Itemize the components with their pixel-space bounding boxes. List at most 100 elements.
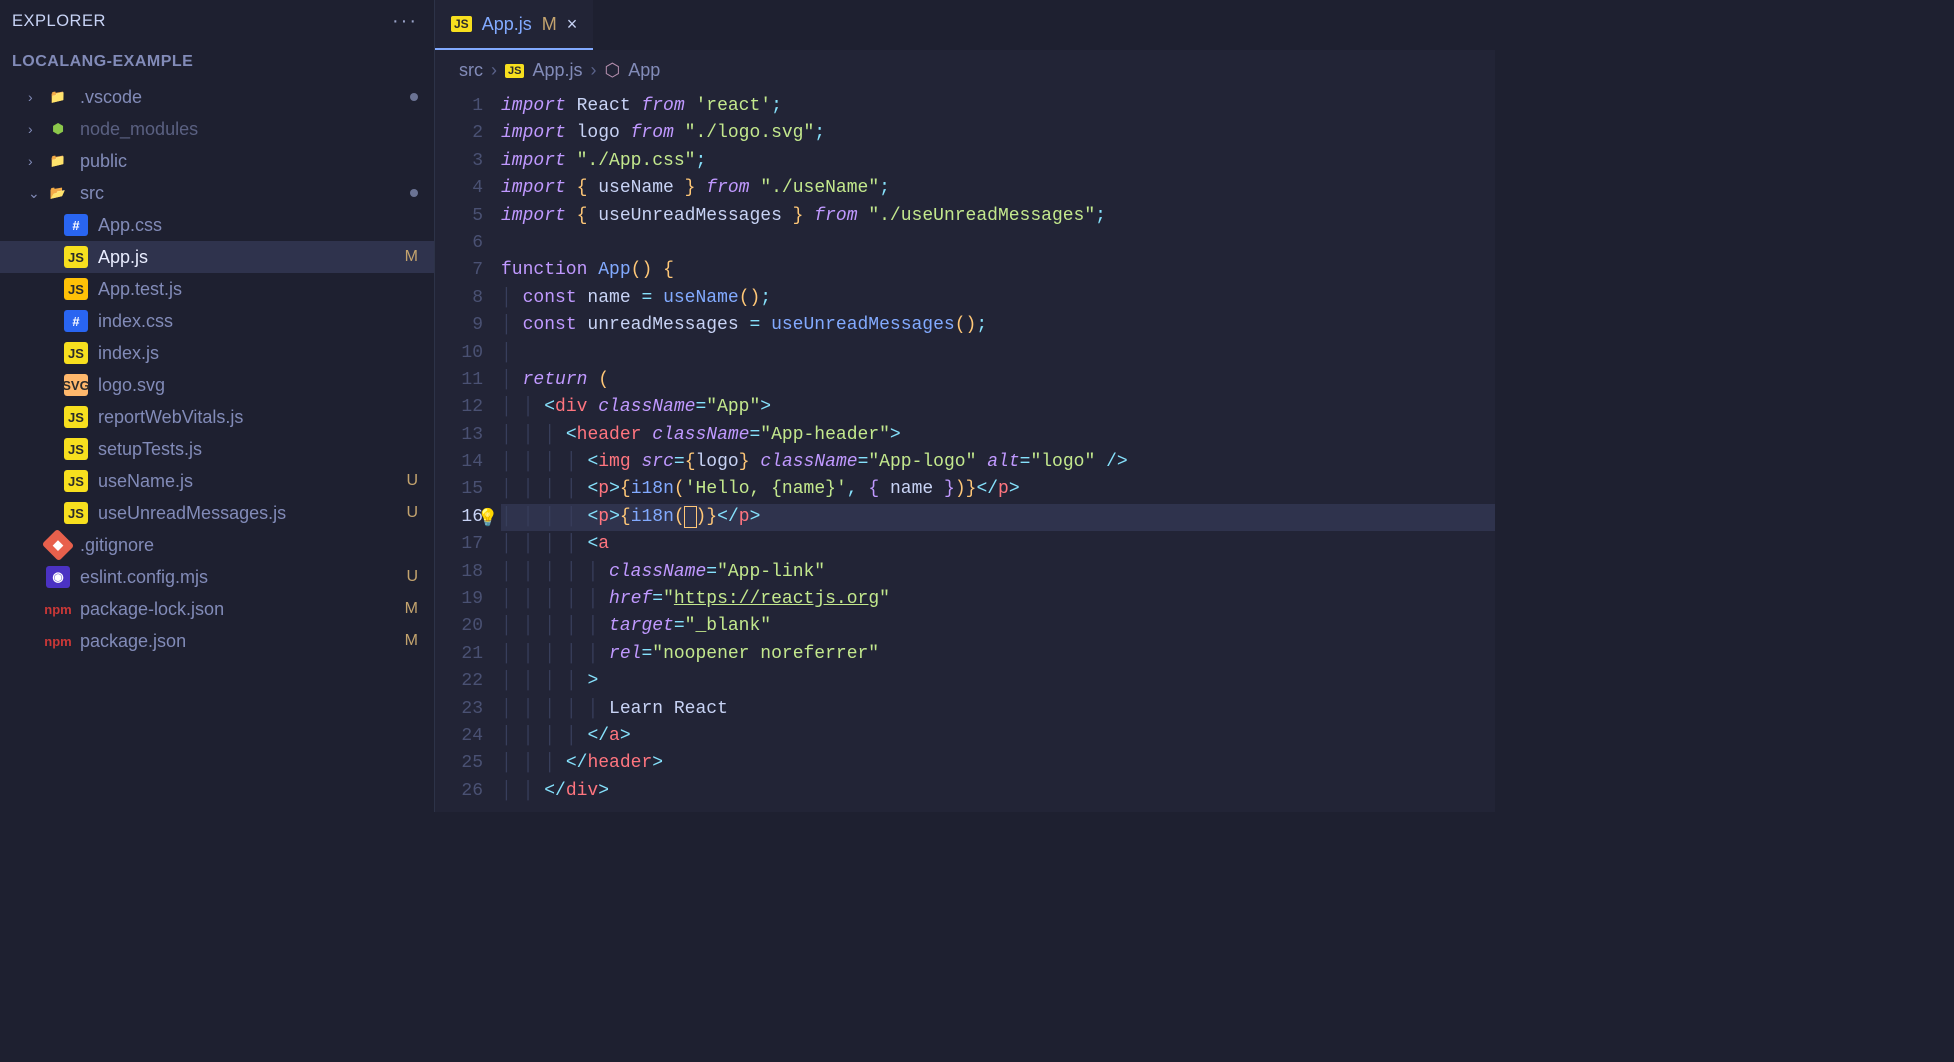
- line-number: 4: [435, 175, 483, 202]
- file-tree: ›📁.vscode›⬢node_modules›📁public⌄📂src#App…: [0, 81, 434, 812]
- line-number: 22: [435, 668, 483, 695]
- line-number: 23: [435, 696, 483, 723]
- file-tree-item[interactable]: ◆.gitignore: [0, 529, 434, 561]
- file-tree-item[interactable]: JSindex.js: [0, 337, 434, 369]
- file-label: useName.js: [98, 471, 398, 492]
- file-tree-item[interactable]: ›⬢node_modules: [0, 113, 434, 145]
- file-label: eslint.config.mjs: [80, 567, 398, 588]
- chevron-icon: ⌄: [28, 185, 46, 202]
- chevron-right-icon: ›: [591, 60, 597, 81]
- file-label: src: [80, 183, 402, 204]
- line-number-gutter: 1234567891011121314151617181920212223242…: [435, 91, 501, 812]
- close-icon[interactable]: ×: [567, 14, 578, 35]
- code-line[interactable]: │ │ │ │ │ Learn React: [501, 696, 1495, 723]
- explorer-title: EXPLORER: [12, 12, 106, 31]
- code-line[interactable]: 💡│ │ │ │ <p>{i18n( )}</p>: [501, 504, 1495, 531]
- code-line[interactable]: import React from 'react';: [501, 93, 1495, 120]
- more-icon[interactable]: ···: [392, 10, 418, 33]
- code-line[interactable]: │ return (: [501, 367, 1495, 394]
- code-line[interactable]: import { useName } from "./useName";: [501, 175, 1495, 202]
- file-tree-item[interactable]: ◉eslint.config.mjsU: [0, 561, 434, 593]
- file-label: setupTests.js: [98, 439, 418, 460]
- code-line[interactable]: │ │ │ │ │ className="App-link": [501, 559, 1495, 586]
- code-line[interactable]: │ │ │ │ <img src={logo} className="App-l…: [501, 449, 1495, 476]
- line-number: 18: [435, 559, 483, 586]
- code-line[interactable]: │ │ │ │ >: [501, 668, 1495, 695]
- line-number: 1: [435, 93, 483, 120]
- line-number: 19: [435, 586, 483, 613]
- tab-app-js[interactable]: JS App.js M ×: [435, 0, 593, 50]
- file-tree-item[interactable]: #App.css: [0, 209, 434, 241]
- file-label: logo.svg: [98, 375, 418, 396]
- code-line[interactable]: │ │ │ </header>: [501, 750, 1495, 777]
- line-number: 10: [435, 340, 483, 367]
- code-line[interactable]: │ const name = useName();: [501, 285, 1495, 312]
- file-tree-item[interactable]: JSsetupTests.js: [0, 433, 434, 465]
- line-number: 2: [435, 120, 483, 147]
- line-number: 9: [435, 312, 483, 339]
- file-label: .vscode: [80, 87, 402, 108]
- line-number: 20: [435, 613, 483, 640]
- file-tree-item[interactable]: SVGlogo.svg: [0, 369, 434, 401]
- line-number: 12: [435, 394, 483, 421]
- file-tree-item[interactable]: JSApp.test.js: [0, 273, 434, 305]
- code-line[interactable]: import logo from "./logo.svg";: [501, 120, 1495, 147]
- code-line[interactable]: │ │ │ │ </a>: [501, 723, 1495, 750]
- code-line[interactable]: │: [501, 340, 1495, 367]
- breadcrumb-part[interactable]: App.js: [532, 60, 582, 81]
- chevron-icon: ›: [28, 89, 46, 105]
- code-line[interactable]: │ const unreadMessages = useUnreadMessag…: [501, 312, 1495, 339]
- code-line[interactable]: │ │ │ │ │ target="_blank": [501, 613, 1495, 640]
- file-label: node_modules: [80, 119, 418, 140]
- code-line[interactable]: │ │ │ │ <a: [501, 531, 1495, 558]
- editor-area: JS App.js M × src › JS App.js › ⬡ App 12…: [435, 0, 1495, 812]
- sidebar-header: EXPLORER ···: [0, 0, 434, 41]
- file-tree-item[interactable]: JSuseUnreadMessages.jsU: [0, 497, 434, 529]
- line-number: 14: [435, 449, 483, 476]
- code-line[interactable]: import { useUnreadMessages } from "./use…: [501, 203, 1495, 230]
- lightbulb-icon[interactable]: 💡: [477, 506, 498, 533]
- dot-badge: [410, 189, 418, 197]
- dot-badge: [410, 93, 418, 101]
- line-number: 15: [435, 476, 483, 503]
- chevron-right-icon: ›: [491, 60, 497, 81]
- code-line[interactable]: │ │ │ <header className="App-header">: [501, 422, 1495, 449]
- project-name[interactable]: LOCALANG-EXAMPLE: [0, 41, 434, 81]
- file-tree-item[interactable]: ›📁public: [0, 145, 434, 177]
- line-number: 11: [435, 367, 483, 394]
- git-status-badge: U: [406, 472, 418, 490]
- line-number: 24: [435, 723, 483, 750]
- code-line[interactable]: │ │ │ │ │ rel="noopener noreferrer": [501, 641, 1495, 668]
- breadcrumb-part[interactable]: src: [459, 60, 483, 81]
- code-line[interactable]: [501, 230, 1495, 257]
- breadcrumb-part[interactable]: App: [628, 60, 660, 81]
- git-status-badge: M: [405, 248, 418, 266]
- code-line[interactable]: │ │ │ │ │ href="https://reactjs.org": [501, 586, 1495, 613]
- file-tree-item[interactable]: JSApp.jsM: [0, 241, 434, 273]
- file-tree-item[interactable]: #index.css: [0, 305, 434, 337]
- line-number: 25: [435, 750, 483, 777]
- chevron-icon: ›: [28, 121, 46, 137]
- file-tree-item[interactable]: JSuseName.jsU: [0, 465, 434, 497]
- tab-modified-badge: M: [542, 14, 557, 35]
- file-label: package-lock.json: [80, 599, 397, 620]
- file-tree-item[interactable]: JSreportWebVitals.js: [0, 401, 434, 433]
- breadcrumb[interactable]: src › JS App.js › ⬡ App: [435, 50, 1495, 91]
- file-tree-item[interactable]: npmpackage.jsonM: [0, 625, 434, 657]
- file-label: reportWebVitals.js: [98, 407, 418, 428]
- line-number: 6: [435, 230, 483, 257]
- js-icon: JS: [505, 64, 524, 78]
- file-tree-item[interactable]: ⌄📂src: [0, 177, 434, 209]
- file-tree-item[interactable]: npmpackage-lock.jsonM: [0, 593, 434, 625]
- code-line[interactable]: function App() {: [501, 257, 1495, 284]
- file-label: index.css: [98, 311, 418, 332]
- line-number: 5: [435, 203, 483, 230]
- code-content[interactable]: import React from 'react';import logo fr…: [501, 91, 1495, 812]
- code-line[interactable]: │ │ </div>: [501, 778, 1495, 805]
- line-number: 21: [435, 641, 483, 668]
- code-line[interactable]: │ │ <div className="App">: [501, 394, 1495, 421]
- code-line[interactable]: │ │ │ │ <p>{i18n('Hello, {name}', { name…: [501, 476, 1495, 503]
- code-line[interactable]: import "./App.css";: [501, 148, 1495, 175]
- file-tree-item[interactable]: ›📁.vscode: [0, 81, 434, 113]
- code-editor[interactable]: 1234567891011121314151617181920212223242…: [435, 91, 1495, 812]
